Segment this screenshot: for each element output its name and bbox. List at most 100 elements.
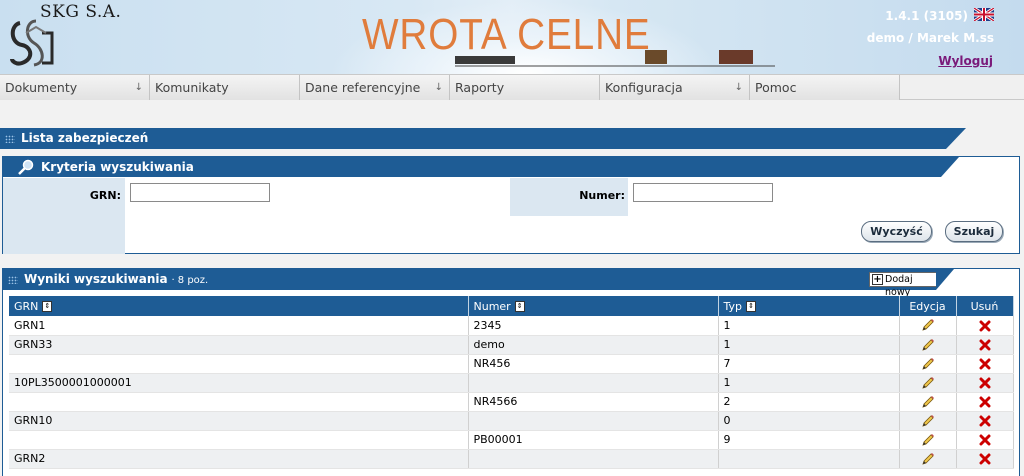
cell-numer (468, 411, 719, 431)
column-header-usun: Usuń (956, 296, 1014, 316)
delete-icon[interactable] (979, 320, 991, 332)
train-illustration (455, 50, 775, 67)
cell-typ: 2 (718, 392, 900, 412)
results-table: GRN ⇕ Numer ⇕ Typ ⇕ Edycja Usuń GRN1 2345 1 GR… (9, 296, 1014, 469)
table-row[interactable]: GRN2 (9, 449, 1014, 469)
cell-grn: 10PL3500001000001 (9, 373, 469, 393)
search-criteria-title: Kryteria wyszukiwania (41, 160, 194, 174)
cell-grn (9, 430, 469, 450)
column-header-edycja: Edycja (899, 296, 957, 316)
magnifier-icon (18, 159, 34, 175)
cell-delete[interactable] (956, 411, 1014, 431)
pencil-icon[interactable] (921, 357, 935, 371)
cell-edit[interactable] (899, 373, 957, 393)
logout-link[interactable]: Wyloguj (938, 54, 993, 68)
cell-numer: demo (468, 335, 719, 355)
search-criteria-panel: Kryteria wyszukiwania GRN: Numer: Wyczyś… (2, 156, 1020, 254)
add-new-button[interactable]: + Dodaj nowy (869, 272, 937, 298)
app-header: SKG S.A. WROTA CELNE 1.4.1 (3105) demo /… (0, 0, 1024, 74)
plus-icon: + (872, 274, 883, 285)
page-title-bar: Lista zabezpieczeń (0, 128, 966, 149)
company-name: SKG S.A. (40, 2, 122, 22)
cell-typ: 1 (718, 316, 900, 336)
delete-icon[interactable] (979, 377, 991, 389)
numer-input[interactable] (633, 183, 773, 202)
cell-delete[interactable] (956, 392, 1014, 412)
pencil-icon[interactable] (921, 452, 935, 466)
table-row[interactable]: NR4566 2 (9, 392, 1014, 412)
pencil-icon[interactable] (921, 376, 935, 390)
cell-edit[interactable] (899, 354, 957, 374)
table-row[interactable]: GRN10 0 (9, 411, 1014, 431)
cell-delete[interactable] (956, 335, 1014, 355)
sort-icon[interactable]: ⇕ (514, 301, 525, 312)
cell-edit[interactable] (899, 392, 957, 412)
delete-icon[interactable] (979, 415, 991, 427)
version-label: 1.4.1 (3105) (885, 9, 968, 23)
menu-item-pomoc[interactable]: Pomoc (750, 75, 900, 100)
cell-typ: 0 (718, 411, 900, 431)
cell-numer: NR456 (468, 354, 719, 374)
cell-typ: 7 (718, 354, 900, 374)
column-header-grn[interactable]: GRN ⇕ (9, 296, 469, 316)
cell-edit[interactable] (899, 449, 957, 469)
table-row[interactable]: NR456 7 (9, 354, 1014, 374)
cell-numer: NR4566 (468, 392, 719, 412)
grip-icon (5, 134, 15, 143)
search-button[interactable]: Szukaj (945, 221, 1003, 242)
sort-icon[interactable]: ⇕ (42, 301, 53, 312)
page-title: Lista zabezpieczeń (21, 131, 149, 145)
menu-item-raporty[interactable]: Raporty (450, 75, 600, 100)
search-criteria-header: Kryteria wyszukiwania (3, 157, 959, 177)
menu-item-dane-referencyjne[interactable]: Dane referencyjne ↓ (300, 75, 450, 100)
search-results-title: Wyniki wyszukiwania (24, 272, 168, 286)
cell-numer (468, 449, 719, 469)
cell-delete[interactable] (956, 430, 1014, 450)
cell-edit[interactable] (899, 335, 957, 355)
search-results-header: Wyniki wyszukiwania · 8 poz. + Dodaj nowy (3, 269, 954, 298)
pencil-icon[interactable] (921, 433, 935, 447)
cell-grn (9, 354, 469, 374)
cell-edit[interactable] (899, 316, 957, 336)
cell-delete[interactable] (956, 373, 1014, 393)
clear-button[interactable]: Wyczyść (861, 221, 932, 242)
cell-grn (9, 392, 469, 412)
chevron-down-icon: ↓ (134, 82, 143, 93)
menu-item-konfiguracja[interactable]: Konfiguracja ↓ (600, 75, 750, 100)
column-header-numer[interactable]: Numer ⇕ (468, 296, 719, 316)
table-row[interactable]: 10PL3500001000001 1 (9, 373, 1014, 393)
table-row[interactable]: GRN33 demo 1 (9, 335, 1014, 355)
numer-label: Numer: (579, 189, 625, 202)
cell-typ (718, 449, 900, 469)
pencil-icon[interactable] (921, 395, 935, 409)
chevron-down-icon: ↓ (734, 82, 743, 93)
pencil-icon[interactable] (921, 338, 935, 352)
delete-icon[interactable] (979, 339, 991, 351)
sort-icon[interactable]: ⇕ (746, 301, 756, 312)
table-row[interactable]: GRN1 2345 1 (9, 316, 1014, 336)
uk-flag-icon[interactable] (974, 8, 994, 21)
cell-delete[interactable] (956, 354, 1014, 374)
menu-item-komunikaty[interactable]: Komunikaty (150, 75, 300, 100)
main-menu: Dokumenty ↓ Komunikaty Dane referencyjne ↓… (0, 74, 1024, 100)
cell-grn: GRN33 (9, 335, 469, 355)
delete-icon[interactable] (979, 453, 991, 465)
grip-icon (8, 275, 18, 284)
delete-icon[interactable] (979, 396, 991, 408)
delete-icon[interactable] (979, 434, 991, 446)
table-header-row: GRN ⇕ Numer ⇕ Typ ⇕ Edycja Usuń (9, 296, 1014, 316)
menu-item-dokumenty[interactable]: Dokumenty ↓ (0, 75, 150, 100)
pencil-icon[interactable] (921, 414, 935, 428)
cell-grn: GRN10 (9, 411, 469, 431)
cell-delete[interactable] (956, 316, 1014, 336)
pencil-icon[interactable] (921, 318, 935, 332)
cell-edit[interactable] (899, 430, 957, 450)
cell-numer: 2345 (468, 316, 719, 336)
column-header-typ[interactable]: Typ ⇕ (718, 296, 900, 316)
table-row[interactable]: PB00001 9 (9, 430, 1014, 450)
cell-numer (468, 373, 719, 393)
grn-input[interactable] (130, 183, 270, 202)
cell-edit[interactable] (899, 411, 957, 431)
delete-icon[interactable] (979, 358, 991, 370)
cell-delete[interactable] (956, 449, 1014, 469)
